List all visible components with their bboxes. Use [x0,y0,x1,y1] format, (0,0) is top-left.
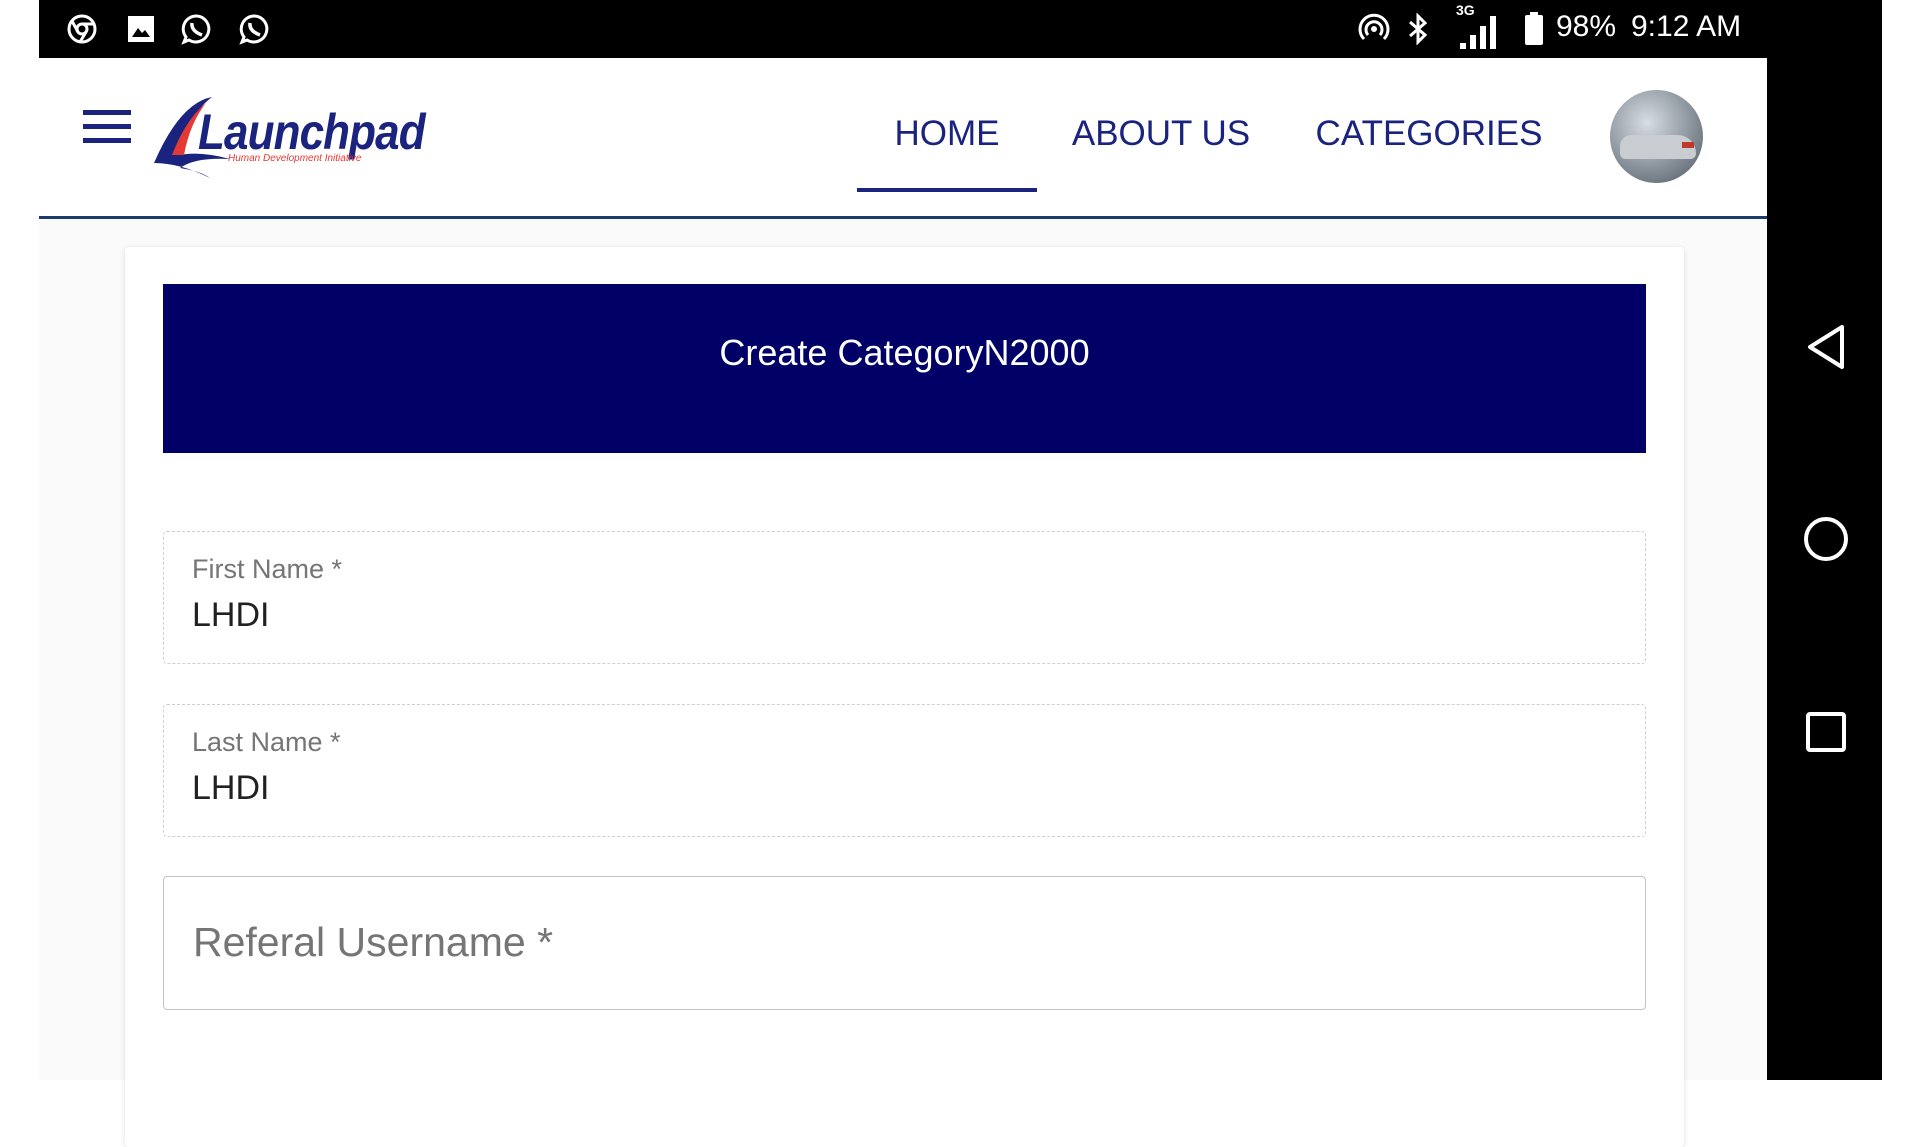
last-name-label: Last Name * [192,727,341,757]
clock: 9:12 AM [1631,10,1742,43]
whatsapp-icon [180,12,214,46]
last-name-value[interactable]: LHDI [192,769,269,808]
first-name-field[interactable]: First Name * LHDI [163,531,1646,664]
user-avatar[interactable] [1610,90,1703,183]
nav-home[interactable]: HOME [895,114,1000,154]
first-name-label: First Name * [192,554,343,584]
first-name-value[interactable]: LHDI [192,596,269,635]
launchpad-logo[interactable]: Launchpad Human Development Initiative [150,93,426,178]
network-type: 3G [1456,2,1475,18]
back-triangle-icon [1808,325,1844,369]
status-bar: 3G 98% 9:12 AM [39,0,1767,58]
last-name-field[interactable]: Last Name * LHDI [163,704,1646,837]
active-tab-indicator [857,188,1037,192]
gallery-icon [124,12,158,46]
back-button[interactable] [1800,321,1852,373]
signal-3g-icon: 3G [1456,2,1500,49]
referal-username-input[interactable]: Referal Username * [163,876,1646,1010]
whatsapp-icon [238,12,272,46]
hamburger-menu-icon[interactable] [83,110,131,146]
form-title-banner: Create CategoryN2000 [163,284,1646,453]
site-header: Launchpad Human Development Initiative H… [39,58,1767,219]
bluetooth-icon [1401,12,1435,46]
hotspot-icon [1357,12,1391,46]
recents-square-icon [1806,712,1846,752]
nav-about-us[interactable]: ABOUT US [1072,114,1250,154]
form-card: Create CategoryN2000 First Name * LHDI L… [125,247,1684,1147]
home-button[interactable] [1800,513,1852,565]
home-circle-icon [1804,517,1848,561]
web-page: Launchpad Human Development Initiative H… [39,58,1767,1147]
battery-icon [1517,12,1551,46]
battery-percent: 98% [1556,10,1617,43]
nav-categories[interactable]: CATEGORIES [1316,114,1543,154]
chrome-icon [65,12,99,46]
referal-username-placeholder: Referal Username * [193,919,554,965]
recents-button[interactable] [1800,706,1852,758]
form-title: Create CategoryN2000 [719,331,1090,373]
logo-tagline: Human Development Initiative [228,153,362,164]
